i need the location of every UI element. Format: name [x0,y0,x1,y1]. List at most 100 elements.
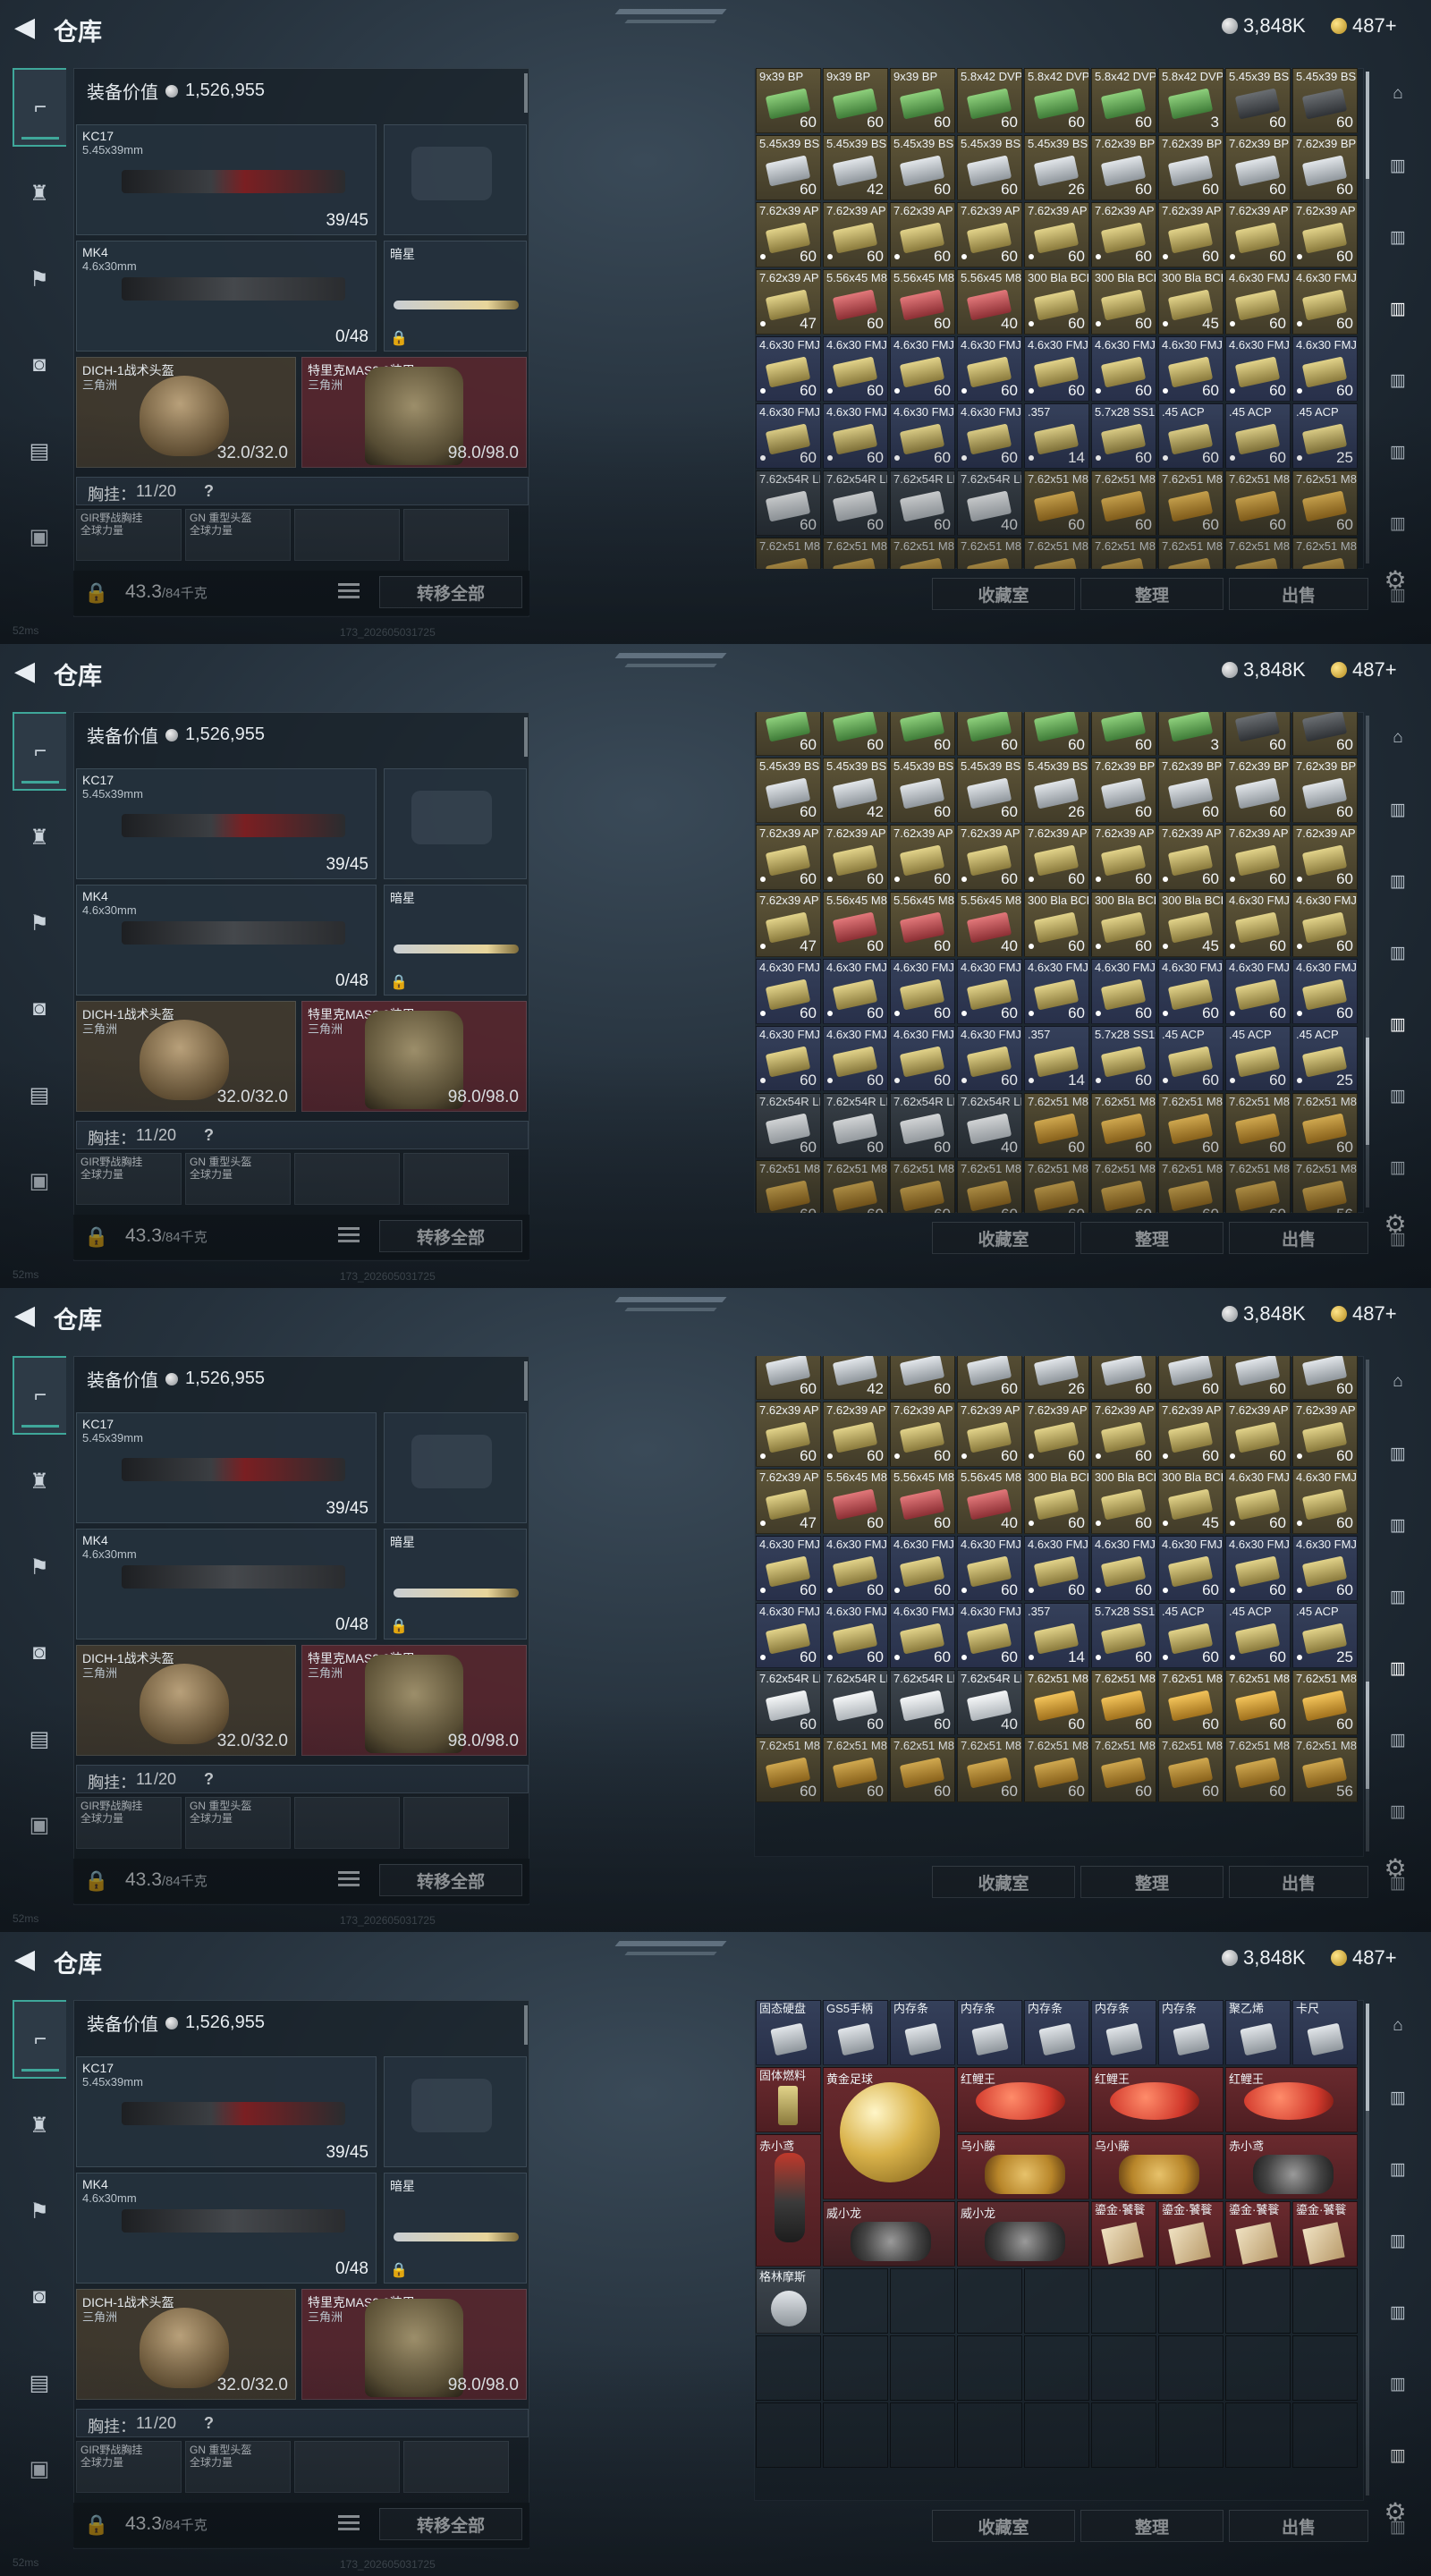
collectible-item[interactable]: 内存条 [1158,2000,1224,2065]
sell-button[interactable]: 出售 [1229,1222,1368,1254]
ammo-stack-item[interactable]: 7.62x39 AP 60 [756,202,821,267]
ammo-stack-item[interactable]: 4.6x30 FMJ SX 60 [1292,1469,1358,1534]
ammo-stack-item[interactable]: 5.45x39 BS60 [756,1356,821,1400]
ammo-stack-item[interactable]: 7.62x39 BP60 [1158,1356,1224,1400]
pocket-slot[interactable]: GN 重型头盔 全球力量 [185,1797,291,1849]
ammo-stack-item[interactable]: 5.56x45 M855 40 [957,892,1022,957]
ammo-stack-item[interactable]: 7.62x39 BP60 [1292,758,1358,823]
helmet-slot[interactable]: DICH-1战术头盔 三角洲 32.0/32.0 [76,1001,296,1112]
ammo-stack-item[interactable]: 7.62x39 AP 60 [1225,825,1291,890]
ammo-stack-item[interactable]: 5.56x45 M855 60 [823,1469,888,1534]
ammo-stack-item[interactable]: 7.62x51 M8060 [1091,1160,1156,1213]
ammo-stack-item[interactable]: 4.6x30 FMJ SX 60 [823,403,888,469]
armor-slot[interactable]: 特里克MAS2.0装甲 三角洲 98.0/98.0 [301,1001,527,1112]
ammo-stack-item[interactable]: 7.62x54R LPS 60 [823,470,888,536]
empty-slot[interactable] [1024,2402,1089,2468]
ammo-stack-item[interactable]: .45 ACP 25 [1292,1026,1358,1091]
sell-button[interactable]: 出售 [1229,2510,1368,2542]
ammo-stack-item[interactable]: 4.6x30 FMJ SX 60 [756,1603,821,1668]
ammo-stack-item[interactable]: 5.8x42 DVP8860 [1091,712,1156,756]
storage-tab-2[interactable]: ▥ [1374,784,1422,835]
sidebar-tab-backpack-icon[interactable]: ◙ [13,970,66,1048]
ammo-stack-item[interactable]: 300 Bla BCP FMJ 60 [1091,892,1156,957]
pocket-slot-empty[interactable] [294,509,400,561]
ammo-stack-item[interactable]: 4.6x30 FMJ SX 60 [1225,959,1291,1024]
panel-scroll-grip[interactable] [524,1361,528,1401]
help-icon[interactable]: ? [204,1770,214,1789]
empty-slot[interactable] [756,2335,821,2401]
ammo-stack-item[interactable]: 7.62x39 AP 60 [1292,202,1358,267]
ammo-stack-item[interactable]: 7.62x39 AP 60 [1091,1402,1156,1467]
ammo-stack-item[interactable]: 5.45x39 BS60 [1292,712,1358,756]
gold-football-item[interactable]: 黄金足球 [823,2067,955,2199]
ammo-stack-item[interactable]: 7.62x54R LPS 60 [890,1093,955,1158]
storage-tab-2[interactable]: ▥ [1374,2072,1422,2123]
list-view-icon[interactable] [338,583,360,601]
ammo-stack-item[interactable]: 7.62x39 AP 60 [1158,202,1224,267]
pocket-slot-empty[interactable] [403,509,509,561]
ammo-stack-item[interactable]: 4.6x30 FMJ SX 60 [957,1603,1022,1668]
ammo-stack-item[interactable]: 5.45x39 BS60 [1292,68,1358,133]
melee-slot[interactable]: 暗星 🔒 [384,2173,527,2284]
panel-scroll-grip[interactable] [524,2005,528,2045]
empty-slot[interactable] [1225,2335,1291,2401]
ammo-stack-item[interactable]: 7.62x39 AP 60 [1225,202,1291,267]
ammo-stack-item[interactable]: 7.62x51 M8060 [957,538,1022,569]
secondary-weapon-slot[interactable]: MK4 4.6x30mm 0/48 [76,1529,377,1640]
ammo-stack-item[interactable]: 4.6x30 FMJ SX 60 [1024,959,1089,1024]
sidebar-tab-helmet-icon[interactable]: ⚑ [13,2172,66,2250]
ammo-stack-item[interactable]: 7.62x51 M8060 [1024,470,1089,536]
ammo-stack-item[interactable]: 7.62x51 M8060 [957,1737,1022,1802]
pocket-slot[interactable]: GN 重型头盔 全球力量 [185,1153,291,1205]
empty-slot[interactable] [1158,2335,1224,2401]
collection-room-button[interactable]: 收藏室 [932,1866,1075,1898]
empty-slot[interactable] [1091,2402,1156,2468]
help-icon[interactable]: ? [204,482,214,501]
ammo-stack-item[interactable]: 5.8x42 DVP8860 [957,68,1022,133]
ammo-stack-item[interactable]: 5.8x42 DVP8860 [1091,68,1156,133]
armor-slot[interactable]: 特里克MAS2.0装甲 三角洲 98.0/98.0 [301,2289,527,2400]
ammo-stack-item[interactable]: 7.62x51 M8060 [1158,1670,1224,1735]
chest-rig-capacity[interactable]: 胸挂： 11/20? [76,2409,529,2437]
ammo-stack-item[interactable]: 4.6x30 FMJ SX 60 [890,336,955,402]
ammo-stack-item[interactable]: 7.62x39 AP 60 [1024,1402,1089,1467]
chest-rig-capacity[interactable]: 胸挂： 11/20? [76,1765,529,1793]
sidebar-tab-vest-icon[interactable]: ♜ [13,1442,66,1521]
empty-slot[interactable] [957,2268,1022,2334]
ammo-stack-item[interactable]: 7.62x51 M8060 [823,1737,888,1802]
ammo-stack-item[interactable]: 4.6x30 FMJ SX 60 [957,1536,1022,1601]
sidebar-tab-backpack-icon[interactable]: ◙ [13,2258,66,2336]
ammo-stack-item[interactable]: 7.62x51 M8060 [1091,1093,1156,1158]
storage-tab-7[interactable]: ▥ [1374,497,1422,549]
empty-slot[interactable] [957,2335,1022,2401]
ammo-stack-item[interactable]: 7.62x39 BP60 [1091,758,1156,823]
red-carp-item[interactable]: 红鲤王 [1091,2067,1224,2132]
ammo-stack-item[interactable]: 7.62x51 M8060 [1158,1160,1224,1213]
pocket-slot-empty[interactable] [294,2441,400,2493]
ammo-stack-item[interactable]: 5.45x39 BS60 [890,1356,955,1400]
ammo-stack-item[interactable]: 5.56x45 M855 60 [823,892,888,957]
pocket-slot-empty[interactable] [403,1153,509,1205]
ammo-stack-item[interactable]: 5.8x42 DVP883 [1158,712,1224,756]
back-chevron-left-icon[interactable]: ◀ [14,14,39,43]
ammo-stack-item[interactable]: .45 ACP 60 [1158,1026,1224,1091]
ammo-stack-item[interactable]: .357 14 [1024,1603,1089,1668]
sidebar-tab-pistol-icon[interactable]: ⌐ [13,1356,66,1435]
ammo-stack-item[interactable]: 7.62x39 AP 60 [823,202,888,267]
sidebar-tab-vest-icon[interactable]: ♜ [13,2086,66,2165]
ammo-stack-item[interactable]: 4.6x30 FMJ SX 60 [890,1026,955,1091]
ammo-stack-item[interactable]: 7.62x51 M8060 [1292,470,1358,536]
ammo-stack-item[interactable]: 7.62x54R LPS 60 [890,470,955,536]
empty-slot[interactable] [1225,2268,1291,2334]
sidebar-tab-vest-icon[interactable]: ♜ [13,798,66,877]
helmet-slot[interactable]: DICH-1战术头盔 三角洲 32.0/32.0 [76,2289,296,2400]
storage-tab-5[interactable]: ▥ [1374,1642,1422,1694]
ammo-stack-item[interactable]: 4.6x30 FMJ SX 60 [1292,1536,1358,1601]
pocket-slot[interactable]: GIR野战胸挂 全球力量 [76,1153,182,1205]
gold-card-item[interactable]: 鎏金·饕餮 [1158,2201,1224,2267]
ammo-stack-item[interactable]: 7.62x51 M8056 [1292,538,1358,569]
panel-scroll-grip[interactable] [524,717,528,757]
storage-tab-2[interactable]: ▥ [1374,140,1422,191]
ammo-stack-item[interactable]: 7.62x51 M8060 [890,1160,955,1213]
gold-currency[interactable]: 487+ [1331,1946,1397,1970]
